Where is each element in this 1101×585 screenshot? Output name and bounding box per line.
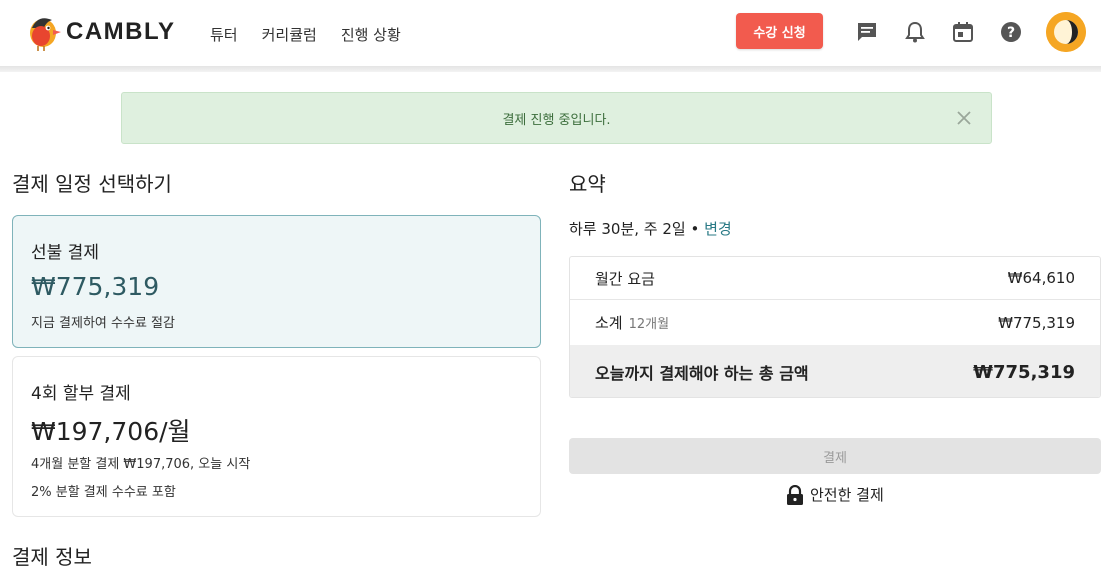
separator-dot: • bbox=[690, 220, 700, 238]
subscribe-button[interactable]: 수강 신청 bbox=[736, 13, 823, 49]
svg-text:?: ? bbox=[1007, 25, 1015, 41]
frequency-text: 하루 30분, 주 2일 bbox=[569, 220, 686, 238]
table-row: 월간 요금 ₩64,610 bbox=[570, 257, 1100, 300]
plan-price: ₩197,706/월 bbox=[31, 417, 191, 446]
calendar-icon[interactable] bbox=[951, 20, 975, 44]
secure-payment-label: 안전한 결제 bbox=[810, 486, 884, 504]
lock-icon bbox=[787, 484, 803, 505]
subtotal-label: 소계 bbox=[595, 314, 623, 332]
plan-title: 4회 할부 결제 bbox=[31, 384, 131, 404]
table-row: 소계 12개월 ₩775,319 bbox=[570, 300, 1100, 345]
cambly-bird-icon bbox=[30, 18, 61, 51]
bell-icon[interactable] bbox=[903, 20, 927, 44]
subtotal-period: 12개월 bbox=[628, 317, 670, 332]
chat-icon[interactable] bbox=[855, 20, 879, 44]
total-label: 오늘까지 결제해야 하는 총 금액 bbox=[595, 364, 809, 383]
top-navigation-bar: CAMBLY 튜터 커리큘럼 진행 상황 수강 신청 ? bbox=[0, 0, 1101, 66]
header-divider bbox=[0, 66, 1101, 72]
status-banner: 결제 진행 중입니다. bbox=[121, 92, 992, 144]
nav-item-progress[interactable]: 진행 상황 bbox=[341, 24, 401, 45]
close-icon[interactable] bbox=[953, 107, 975, 129]
subtotal-value: ₩775,319 bbox=[998, 313, 1075, 332]
brand-name: CAMBLY bbox=[66, 18, 176, 45]
secure-payment-note: 안전한 결제 bbox=[786, 484, 884, 505]
change-link[interactable]: 변경 bbox=[704, 220, 732, 238]
lesson-frequency: 하루 30분, 주 2일 • 변경 bbox=[569, 218, 732, 239]
nav-item-curriculum[interactable]: 커리큘럼 bbox=[262, 24, 317, 45]
plan-price: ₩775,319 bbox=[31, 272, 160, 301]
plan-option-installment[interactable]: 4회 할부 결제 ₩197,706/월 4개월 분할 결제 ₩197,706, … bbox=[12, 356, 541, 517]
total-value: ₩775,319 bbox=[973, 361, 1075, 383]
banner-message: 결제 진행 중입니다. bbox=[502, 112, 611, 128]
payment-info-title: 결제 정보 bbox=[12, 545, 92, 569]
plan-note: 4개월 분할 결제 ₩197,706, 오늘 시작 bbox=[31, 457, 251, 472]
pay-button[interactable]: 결제 bbox=[569, 438, 1101, 474]
plan-option-prepaid[interactable]: 선불 결제 ₩775,319 지금 결제하여 수수료 절감 bbox=[12, 215, 541, 348]
payment-schedule-title: 결제 일정 선택하기 bbox=[12, 172, 172, 196]
plan-note: 지금 결제하여 수수료 절감 bbox=[31, 316, 175, 331]
main-nav: 튜터 커리큘럼 진행 상황 bbox=[210, 24, 401, 45]
summary-table: 월간 요금 ₩64,610 소계 12개월 ₩775,319 오늘까지 결제해야 … bbox=[569, 256, 1101, 398]
summary-title: 요약 bbox=[569, 172, 606, 196]
nav-item-tutors[interactable]: 튜터 bbox=[210, 24, 238, 45]
help-icon[interactable]: ? bbox=[999, 20, 1023, 44]
avatar[interactable] bbox=[1046, 12, 1086, 52]
cambly-logo[interactable]: CAMBLY bbox=[24, 10, 175, 54]
total-row: 오늘까지 결제해야 하는 총 금액 ₩775,319 bbox=[570, 345, 1100, 397]
plan-note: 2% 분할 결제 수수료 포함 bbox=[31, 485, 176, 500]
monthly-fee-label: 월간 요금 bbox=[595, 269, 655, 288]
plan-title: 선불 결제 bbox=[31, 243, 99, 263]
monthly-fee-value: ₩64,610 bbox=[1007, 269, 1075, 287]
